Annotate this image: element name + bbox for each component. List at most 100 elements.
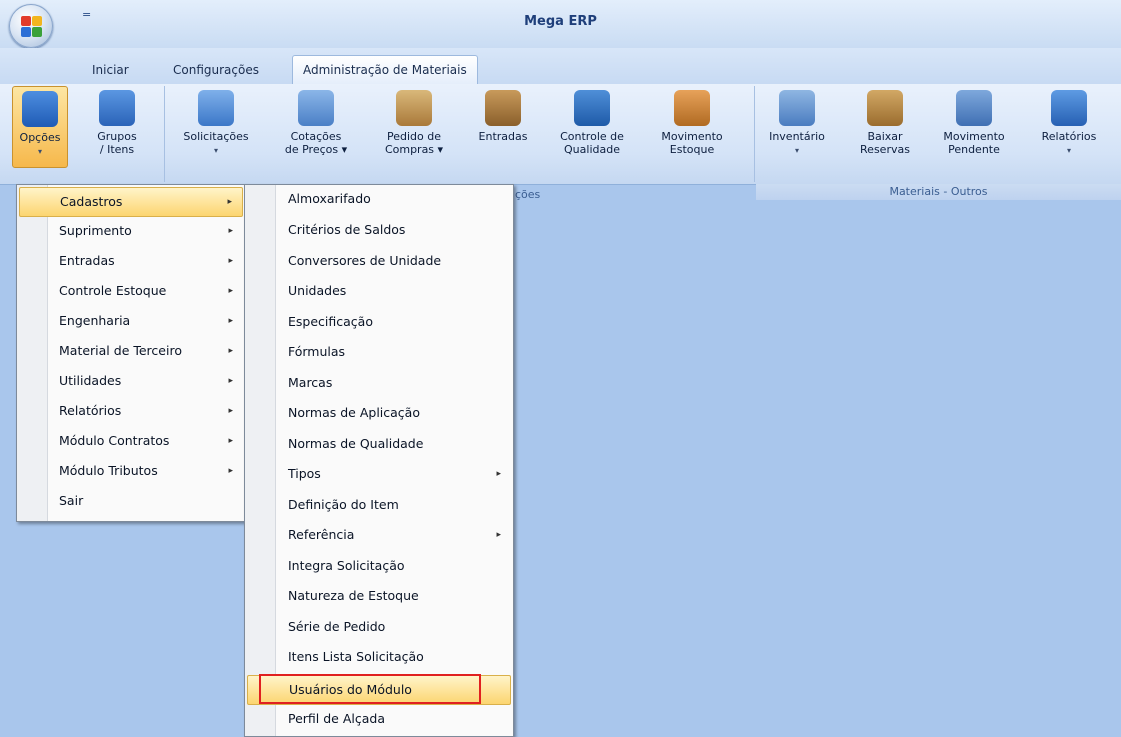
- submenu-item-especificacao[interactable]: Especificação: [247, 308, 511, 336]
- entradas-button[interactable]: Entradas: [468, 86, 538, 166]
- menu-item-label: Cadastros: [60, 194, 123, 209]
- menu-item-material-de-terceiro[interactable]: Material de Terceiro ▸: [19, 337, 243, 365]
- submenu-item-serie-de-pedido[interactable]: Série de Pedido: [247, 613, 511, 641]
- cotacoes-button[interactable]: Cotações de Preços ▾: [274, 86, 358, 166]
- group-operacoes: Solicitações ▾ Cotações de Preços ▾ Pedido…: [166, 86, 755, 182]
- submenu-item-normas-de-qualidade[interactable]: Normas de Qualidade: [247, 430, 511, 458]
- submenu-arrow-icon: ▸: [228, 226, 233, 236]
- submenu-arrow-icon: ▸: [228, 256, 233, 266]
- submenu-arrow-icon: ▸: [496, 530, 501, 540]
- quality-ok-icon: [574, 90, 610, 126]
- submenu-item-formulas[interactable]: Fórmulas: [247, 338, 511, 366]
- tab-administracao-de-materiais[interactable]: Administração de Materiais: [292, 55, 478, 84]
- submenu-item-normas-de-aplicacao[interactable]: Normas de Aplicação: [247, 399, 511, 427]
- de-precos-label: de Preços ▾: [284, 143, 348, 156]
- submenu-arrow-icon: ▸: [228, 376, 233, 386]
- submenu-item-almoxarifado[interactable]: Almoxarifado: [247, 185, 511, 213]
- inventario-button[interactable]: Inventário ▾: [760, 86, 834, 166]
- submenu-arrow-icon: ▸: [228, 346, 233, 356]
- submenu-item-referencia[interactable]: Referência ▸: [247, 521, 511, 549]
- movimento-pendente-button[interactable]: Movimento Pendente: [932, 86, 1016, 166]
- request-form-icon: [198, 90, 234, 126]
- submenu-arrow-icon: ▸: [228, 436, 233, 446]
- chevron-down-icon: ▾: [794, 146, 799, 155]
- group-opcoes: Opções ▾ Grupos / Itens: [4, 86, 165, 182]
- movimento-label: Movimento: [661, 130, 723, 143]
- menu-item-engenharia[interactable]: Engenharia ▸: [19, 307, 243, 335]
- reservas-label: Reservas: [860, 143, 910, 156]
- group-materiais-outros: Inventário ▾ Baixar Reservas Movimento Pend…: [756, 86, 1121, 182]
- solicitacoes-button[interactable]: Solicitações ▾: [174, 86, 258, 166]
- window-title: Mega ERP: [524, 14, 597, 29]
- group-label-materiais-outros: Materiais - Outros: [756, 184, 1121, 200]
- baixar-label: Baixar: [867, 130, 903, 143]
- options-icon: [22, 91, 58, 127]
- submenu-item-criterios-de-saldos[interactable]: Critérios de Saldos: [247, 216, 511, 244]
- menu-item-label: Controle Estoque: [59, 283, 167, 298]
- grupos-label: Grupos: [97, 130, 137, 143]
- submenu-item-integra-solicitacao[interactable]: Integra Solicitação: [247, 552, 511, 580]
- menu-item-label: Engenharia: [59, 313, 131, 328]
- chevron-down-icon: ▾: [1066, 146, 1071, 155]
- opcoes-button[interactable]: Opções ▾: [12, 86, 68, 168]
- purchase-order-icon: [396, 90, 432, 126]
- menu-item-sair[interactable]: Sair: [19, 487, 243, 515]
- menu-item-label: Utilidades: [59, 373, 122, 388]
- ribbon: Opções ▾ Grupos / Itens Solicitações ▾ Cota…: [0, 84, 1121, 185]
- menu-item-label: Referência: [288, 527, 355, 542]
- submenu-item-unidades[interactable]: Unidades: [247, 277, 511, 305]
- relatorios-button[interactable]: Relatórios ▾: [1032, 86, 1106, 166]
- controle-de-qualidade-button[interactable]: Controle de Qualidade: [550, 86, 634, 166]
- menu-item-suprimento[interactable]: Suprimento ▸: [19, 217, 243, 245]
- menu-item-label: Módulo Tributos: [59, 463, 158, 478]
- pedido-de-compras-button[interactable]: Pedido de Compras ▾: [372, 86, 456, 166]
- submenu-item-marcas[interactable]: Marcas: [247, 369, 511, 397]
- submenu-arrow-icon: ▸: [228, 286, 233, 296]
- menu-item-cadastros[interactable]: Cadastros ▸: [19, 187, 243, 217]
- reserve-box-icon: [867, 90, 903, 126]
- menu-item-label: Entradas: [59, 253, 115, 268]
- menu-item-relatorios[interactable]: Relatórios ▸: [19, 397, 243, 425]
- menu-item-modulo-tributos[interactable]: Módulo Tributos ▸: [19, 457, 243, 485]
- entradas-label: Entradas: [478, 130, 528, 143]
- menu-item-label: Tipos: [288, 466, 321, 481]
- menu-item-utilidades[interactable]: Utilidades ▸: [19, 367, 243, 395]
- submenu-item-conversores-de-unidade[interactable]: Conversores de Unidade: [247, 247, 511, 275]
- inbound-boxes-icon: [485, 90, 521, 126]
- pending-movement-icon: [956, 90, 992, 126]
- submenu-item-definicao-do-item[interactable]: Definição do Item: [247, 491, 511, 519]
- highlight-annotation-box: [259, 674, 481, 704]
- submenu-arrow-icon: ▸: [228, 466, 233, 476]
- chevron-down-icon: ▾: [213, 146, 218, 155]
- movimento-estoque-button[interactable]: Movimento Estoque: [650, 86, 734, 166]
- submenu-arrow-icon: ▸: [228, 406, 233, 416]
- title-bar: = Mega ERP: [0, 0, 1121, 49]
- submenu-arrow-icon: ▸: [227, 197, 232, 207]
- report-icon: [1051, 90, 1087, 126]
- itens-label: / Itens: [99, 143, 135, 156]
- menu-item-entradas[interactable]: Entradas ▸: [19, 247, 243, 275]
- chevron-down-icon: ▾: [37, 147, 42, 156]
- compras-label: Compras ▾: [384, 143, 444, 156]
- movimento-pendente-label: Movimento: [943, 130, 1005, 143]
- inventory-check-icon: [779, 90, 815, 126]
- menu-item-label: Suprimento: [59, 223, 132, 238]
- submenu-item-natureza-de-estoque[interactable]: Natureza de Estoque: [247, 582, 511, 610]
- tree-icon: [99, 90, 135, 126]
- controle-label: Controle de: [560, 130, 624, 143]
- menu-item-modulo-contratos[interactable]: Módulo Contratos ▸: [19, 427, 243, 455]
- cadastros-submenu: Almoxarifado Critérios de Saldos Convers…: [244, 184, 514, 737]
- submenu-item-tipos[interactable]: Tipos ▸: [247, 460, 511, 488]
- solicitacoes-label: Solicitações: [183, 130, 249, 143]
- submenu-item-perfil-de-alcada[interactable]: Perfil de Alçada: [247, 705, 511, 733]
- menu-item-controle-estoque[interactable]: Controle Estoque ▸: [19, 277, 243, 305]
- menu-item-label: Material de Terceiro: [59, 343, 182, 358]
- submenu-item-itens-lista-solicitacao[interactable]: Itens Lista Solicitação: [247, 643, 511, 671]
- estoque-label: Estoque: [669, 143, 715, 156]
- tab-configuracoes[interactable]: Configurações: [163, 58, 269, 82]
- baixar-reservas-button[interactable]: Baixar Reservas: [850, 86, 920, 166]
- tab-iniciar[interactable]: Iniciar: [82, 58, 139, 82]
- relatorios-label: Relatórios: [1041, 130, 1097, 143]
- grupos-itens-button[interactable]: Grupos / Itens: [84, 86, 150, 166]
- options-menu: Cadastros ▸ Suprimento ▸ Entradas ▸ Control…: [16, 184, 246, 522]
